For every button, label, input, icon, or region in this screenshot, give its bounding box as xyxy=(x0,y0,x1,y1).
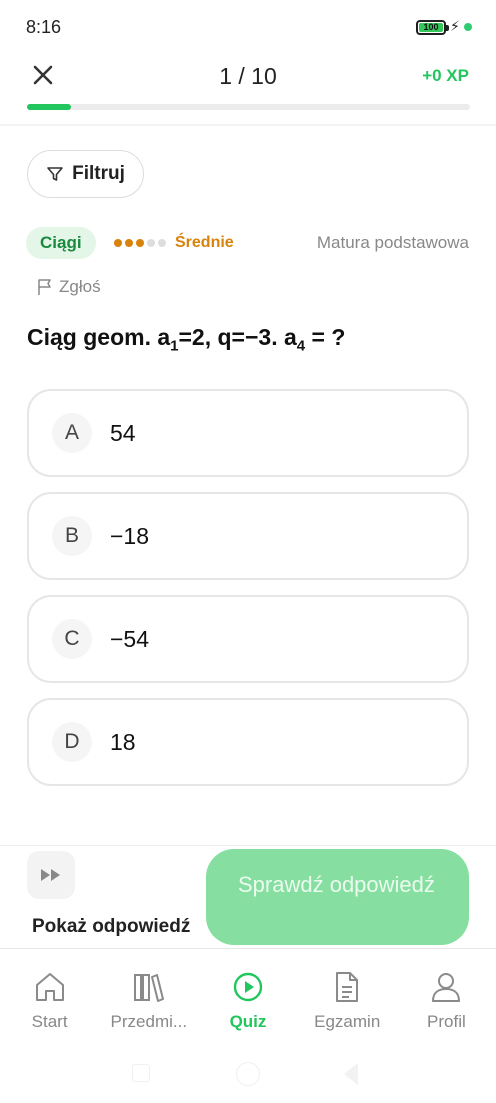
difficulty-label: Średnie xyxy=(175,234,234,251)
xp-counter: +0 XP xyxy=(422,66,469,85)
nav-item-exam[interactable]: Egzamin xyxy=(298,960,397,1040)
books-icon xyxy=(133,974,164,1002)
filter-button[interactable]: Filtruj xyxy=(27,150,144,198)
option-letter: C xyxy=(52,619,92,659)
answer-option-b[interactable]: B −18 xyxy=(27,492,469,580)
nav-item-subjects[interactable]: Przedmi... xyxy=(99,960,198,1040)
action-bar-divider xyxy=(0,845,496,846)
difficulty-dot xyxy=(136,239,144,247)
flag-icon xyxy=(38,279,51,295)
option-letter: D xyxy=(52,722,92,762)
nav-item-quiz[interactable]: Quiz xyxy=(198,960,297,1040)
user-icon xyxy=(432,973,461,1002)
header-divider xyxy=(0,124,496,126)
battery-icon: 100 xyxy=(416,20,449,35)
show-answer-button[interactable]: Pokaż odpowiedź xyxy=(32,916,190,938)
option-value: −54 xyxy=(110,625,150,652)
nav-item-start[interactable]: Start xyxy=(0,960,99,1040)
fast-forward-icon[interactable] xyxy=(27,851,75,899)
difficulty-dot xyxy=(147,239,155,247)
nav-divider xyxy=(0,948,496,949)
option-letter: B xyxy=(52,516,92,556)
difficulty-indicator: Średnie xyxy=(114,231,234,255)
exam-type: Matura podstawowa xyxy=(316,233,469,252)
progress-bar-fill xyxy=(27,104,72,110)
status-bar: 8:16 100 ⚡ xyxy=(0,0,496,56)
question-text: Ciąg geom. a1=2, q=−3. a4 = ? xyxy=(27,324,346,355)
check-answer-button[interactable]: Sprawdź odpowiedź xyxy=(206,849,469,945)
nav-label: Przedmi... xyxy=(110,1012,188,1031)
option-letter: A xyxy=(52,413,92,453)
system-nav-bar xyxy=(0,1055,496,1095)
home-button-icon[interactable] xyxy=(236,1062,260,1086)
difficulty-dot xyxy=(158,239,166,247)
nav-label: Profil xyxy=(427,1012,466,1031)
bottom-nav: Start Przedmi... Quiz Egzamin Profil xyxy=(0,960,496,1040)
nav-label: Quiz xyxy=(229,1012,267,1031)
bolt-icon: ⚡ xyxy=(450,18,460,34)
home-icon xyxy=(35,973,64,1001)
document-icon xyxy=(336,972,359,1002)
nav-label: Start xyxy=(31,1012,68,1031)
answer-option-a[interactable]: A 54 xyxy=(27,389,469,477)
status-dot-icon xyxy=(464,23,472,31)
play-circle-icon xyxy=(233,972,263,1002)
close-icon[interactable] xyxy=(30,62,56,88)
back-icon[interactable] xyxy=(344,1063,358,1085)
status-time: 8:16 xyxy=(26,17,62,37)
answer-option-c[interactable]: C −54 xyxy=(27,595,469,683)
progress-bar xyxy=(27,104,470,110)
nav-item-profile[interactable]: Profil xyxy=(397,960,496,1040)
filter-label: Filtruj xyxy=(72,163,125,184)
difficulty-dot xyxy=(125,239,133,247)
nav-label: Egzamin xyxy=(314,1012,381,1031)
option-value: 18 xyxy=(110,728,136,755)
filter-icon xyxy=(47,167,63,181)
answer-option-d[interactable]: D 18 xyxy=(27,698,469,786)
recents-icon[interactable] xyxy=(132,1064,150,1082)
report-label: Zgłoś xyxy=(59,277,101,296)
report-button[interactable]: Zgłoś xyxy=(37,277,101,297)
battery-level: 100 xyxy=(423,22,439,32)
option-value: −18 xyxy=(110,522,150,549)
option-value: 54 xyxy=(110,419,136,446)
difficulty-dot xyxy=(114,239,122,247)
topic-tag: Ciągi xyxy=(26,227,96,259)
